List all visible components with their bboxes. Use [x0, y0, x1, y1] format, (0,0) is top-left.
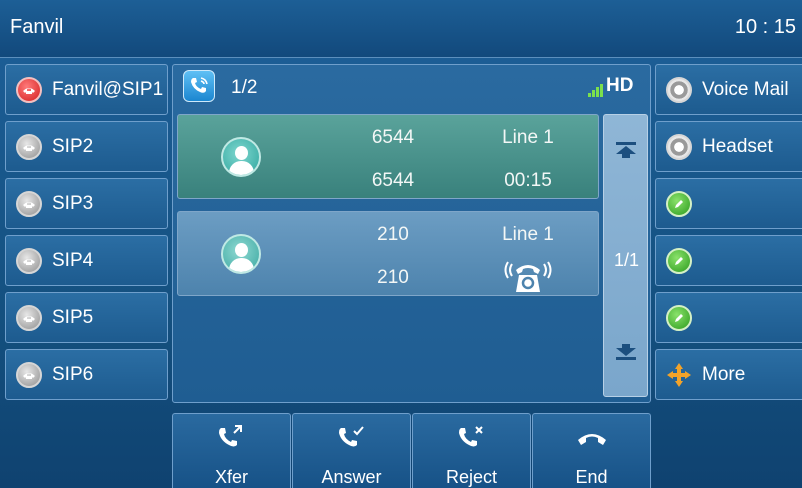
line-key-label: SIP2 [52, 135, 94, 157]
reject-button[interactable]: Reject [412, 413, 531, 488]
call-name: 210 [377, 224, 409, 245]
softkey-label: Reject [445, 467, 498, 487]
line-key-label: SIP3 [52, 192, 94, 214]
contact-avatar-icon [221, 137, 261, 177]
line-key-2[interactable]: SIP2 [5, 121, 168, 172]
answer-button[interactable]: Answer [292, 413, 411, 488]
app-title: Fanvil [10, 16, 64, 38]
call-duration: 00:15 [504, 170, 552, 191]
answer-icon [339, 426, 364, 447]
end-button[interactable]: End [532, 413, 651, 488]
transfer-icon [219, 425, 242, 447]
dss-key-4[interactable] [655, 235, 802, 286]
call-number: 6544 [371, 170, 415, 191]
scroll-bottom-icon[interactable] [614, 343, 638, 361]
xfer-button[interactable]: Xfer [172, 413, 291, 488]
call-name: 6544 [371, 127, 415, 148]
line-key-6[interactable]: SIP6 [5, 349, 168, 400]
reject-icon [459, 426, 483, 447]
line-key-3[interactable]: SIP3 [5, 178, 168, 229]
line-key-label: Fanvil@SIP1 [52, 78, 164, 100]
more-arrows-icon [666, 362, 692, 388]
softkey-label: Xfer [214, 467, 248, 487]
headset-icon [666, 133, 692, 160]
call-number: 210 [377, 267, 409, 288]
dss-key-3[interactable] [655, 178, 802, 229]
line-key-label: SIP6 [52, 363, 94, 385]
dss-key-label: Voice Mail [702, 78, 789, 100]
call-line: Line 1 [502, 127, 554, 148]
status-bar: Fanvil 10 : 15 [0, 0, 802, 58]
contact-avatar-icon [221, 234, 261, 274]
dss-key-label: More [702, 363, 746, 385]
phone-status-gray-icon [16, 133, 42, 160]
signal-bars-icon [588, 84, 604, 97]
phone-status-gray-icon [16, 190, 42, 217]
hangup-icon [578, 434, 606, 445]
line-key-1[interactable]: Fanvil@SIP1 [5, 64, 168, 115]
edit-icon [666, 190, 692, 217]
edit-icon [666, 247, 692, 274]
dss-key-label: Headset [702, 135, 773, 157]
call-item-hold[interactable]: 210 210 Line 1 [177, 211, 599, 296]
line-key-4[interactable]: SIP4 [5, 235, 168, 286]
clock: 10 : 15 [734, 16, 796, 38]
dss-key-headset[interactable]: Headset [655, 121, 802, 172]
hold-ringing-phone-icon [504, 261, 552, 292]
scroll-top-icon[interactable] [614, 141, 638, 159]
dss-key-more[interactable]: More [655, 349, 802, 400]
dss-key-5[interactable] [655, 292, 802, 343]
edit-icon [666, 304, 692, 331]
phone-status-gray-icon [16, 304, 42, 331]
call-pager: 1/2 [231, 77, 258, 98]
hd-indicator: HD [588, 75, 633, 97]
call-line: Line 1 [502, 224, 554, 245]
call-list-scrollbar[interactable]: 1/1 [603, 114, 648, 397]
call-item-active[interactable]: 6544 6544 Line 1 00:15 [177, 114, 599, 199]
softkey-label: End [575, 467, 608, 487]
line-key-label: SIP4 [52, 249, 94, 271]
dss-key-voicemail[interactable]: Voice Mail [655, 64, 802, 115]
line-key-label: SIP5 [52, 306, 94, 328]
voicemail-icon [666, 76, 692, 103]
call-phone-icon [183, 70, 215, 102]
phone-status-red-icon [16, 76, 42, 103]
line-key-5[interactable]: SIP5 [5, 292, 168, 343]
scroll-page-indicator: 1/1 [613, 250, 640, 270]
call-panel: 1/2 HD 6544 6544 Line 1 00:15 210 210 Li… [172, 64, 651, 403]
phone-status-gray-icon [16, 247, 42, 274]
softkey-label: Answer [321, 467, 382, 487]
phone-status-gray-icon [16, 361, 42, 388]
